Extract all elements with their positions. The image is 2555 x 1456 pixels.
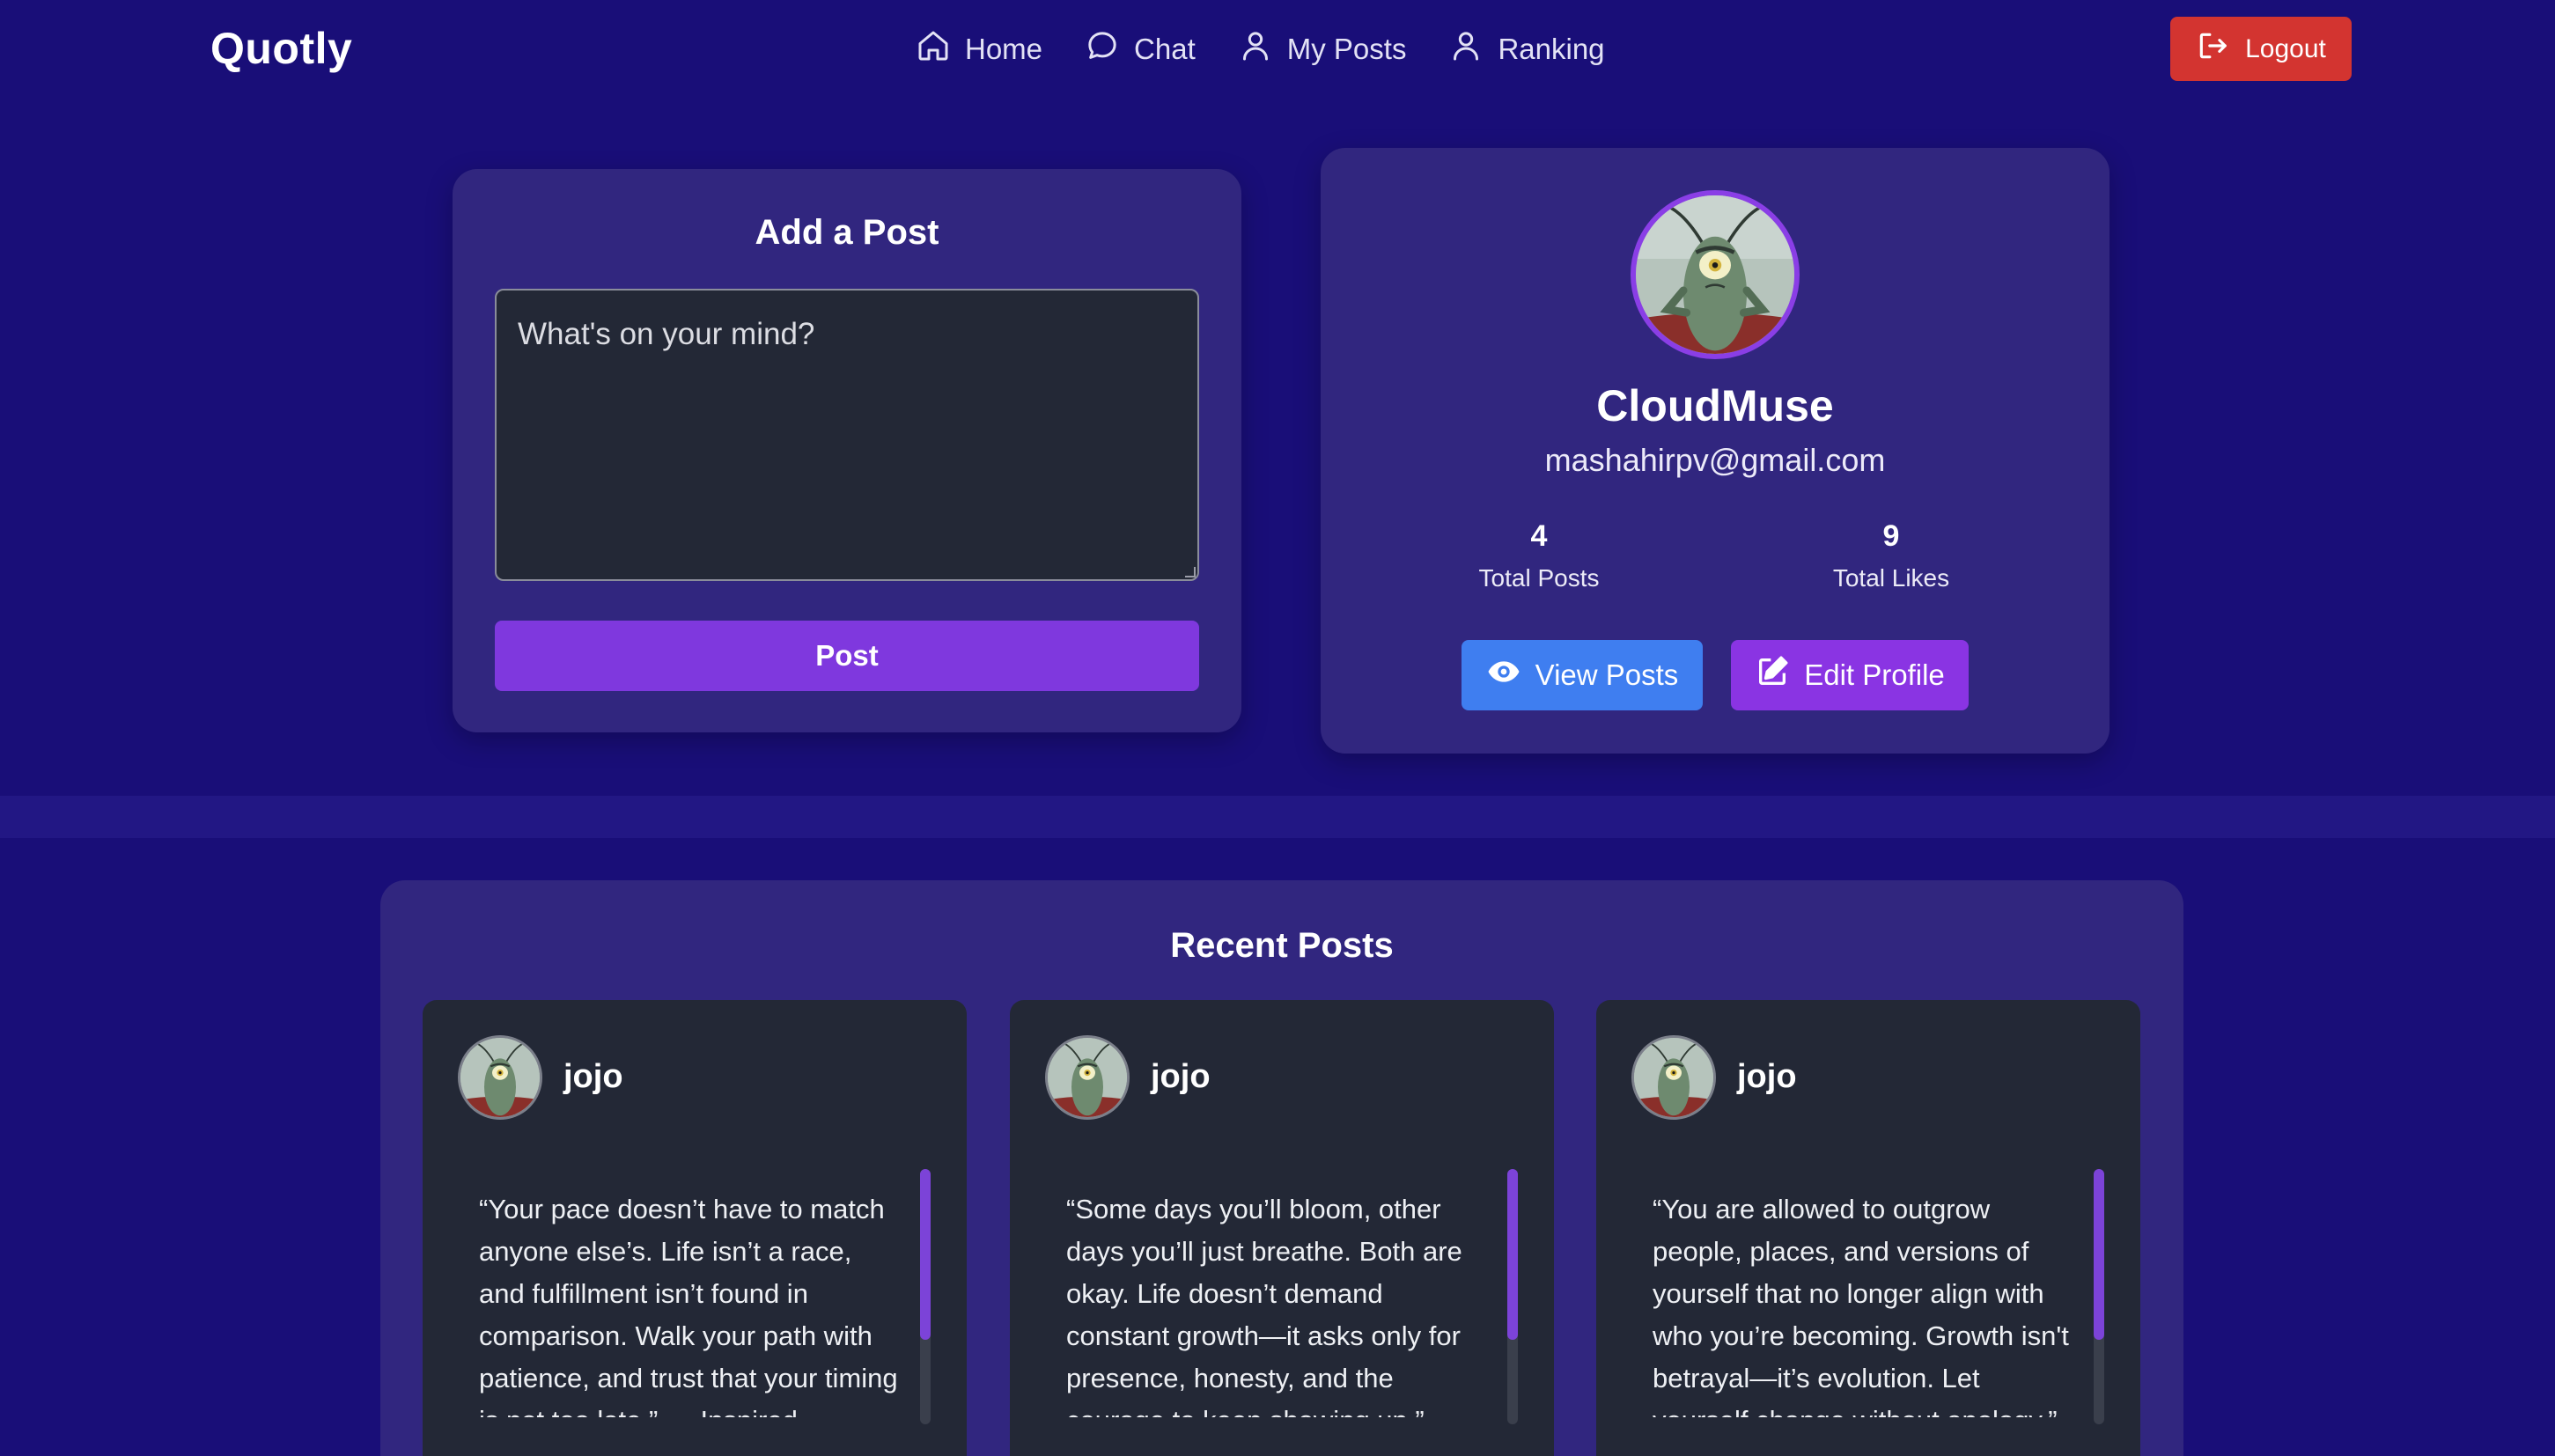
post-card: jojo “Your pace doesn’t have to match an… <box>423 1000 967 1456</box>
post-textarea[interactable] <box>495 289 1199 581</box>
add-post-card: Add a Post Post <box>453 169 1241 732</box>
author-avatar[interactable] <box>458 1035 542 1120</box>
post-author[interactable]: jojo <box>1151 1058 1211 1096</box>
stat-total-posts: 4 Total Posts <box>1425 519 1653 592</box>
stat-label: Total Posts <box>1478 564 1600 592</box>
eye-icon <box>1486 654 1521 696</box>
post-body: “You are allowed to outgrow people, plac… <box>1653 1188 2075 1417</box>
nav-item-label: Home <box>965 33 1043 65</box>
view-posts-label: View Posts <box>1535 658 1679 691</box>
resize-handle[interactable] <box>1185 567 1196 577</box>
section-divider <box>0 796 2555 838</box>
post-author[interactable]: jojo <box>1737 1058 1797 1096</box>
logout-button[interactable]: Logout <box>2170 17 2352 81</box>
nav-item-ranking[interactable]: Ranking <box>1448 28 1605 70</box>
author-avatar[interactable] <box>1631 1035 1716 1120</box>
profile-card: CloudMuse mashahirpv@gmail.com 4 Total P… <box>1321 148 2110 754</box>
navbar: Quotly Home Chat My Posts Ranking Logout <box>0 0 2555 99</box>
profile-username: CloudMuse <box>1596 381 1834 430</box>
plankton-avatar-icon <box>1048 1038 1127 1117</box>
view-posts-button[interactable]: View Posts <box>1462 640 1703 710</box>
edit-profile-button[interactable]: Edit Profile <box>1731 640 1969 710</box>
stat-value: 4 <box>1530 519 1548 553</box>
nav-item-label: Ranking <box>1498 33 1605 65</box>
post-text: “Your pace doesn’t have to match anyone … <box>479 1194 898 1417</box>
post-body: “Your pace doesn’t have to match anyone … <box>479 1188 902 1417</box>
nav-item-label: Chat <box>1134 33 1196 65</box>
profile-avatar <box>1631 190 1800 359</box>
edit-profile-label: Edit Profile <box>1804 658 1945 691</box>
nav-item-my-posts[interactable]: My Posts <box>1238 28 1407 70</box>
post-card: jojo “Some days you’ll bloom, other days… <box>1010 1000 1554 1456</box>
add-post-title: Add a Post <box>755 213 939 252</box>
chat-icon <box>1085 28 1120 70</box>
home-icon <box>916 28 951 70</box>
plankton-avatar-icon <box>1636 195 1794 354</box>
scrollbar-thumb[interactable] <box>920 1169 931 1340</box>
profile-email: mashahirpv@gmail.com <box>1544 442 1886 478</box>
plankton-avatar-icon <box>460 1038 540 1117</box>
author-avatar[interactable] <box>1045 1035 1130 1120</box>
nav-item-label: My Posts <box>1286 33 1407 65</box>
stat-total-likes: 9 Total Likes <box>1777 519 2006 592</box>
brand-logo[interactable]: Quotly <box>210 23 352 74</box>
post-card: jojo “You are allowed to outgrow people,… <box>1596 1000 2140 1456</box>
user-icon <box>1448 28 1484 70</box>
scrollbar-thumb[interactable] <box>1507 1169 1518 1340</box>
nav-item-chat[interactable]: Chat <box>1085 28 1196 70</box>
post-scrollbar[interactable] <box>1507 1169 1518 1424</box>
post-scrollbar[interactable] <box>920 1169 931 1424</box>
logout-icon <box>2196 29 2229 70</box>
recent-posts-title: Recent Posts <box>1170 926 1394 965</box>
nav-links: Home Chat My Posts Ranking <box>916 26 1605 72</box>
stat-label: Total Likes <box>1832 564 1950 592</box>
post-body: “Some days you’ll bloom, other days you’… <box>1066 1188 1489 1417</box>
recent-posts-section: Recent Posts jojo “Your pace doesn’t hav… <box>380 880 2183 1456</box>
post-text: “You are allowed to outgrow people, plac… <box>1653 1194 2069 1417</box>
post-author[interactable]: jojo <box>563 1058 623 1096</box>
post-button[interactable]: Post <box>495 621 1199 691</box>
plankton-avatar-icon <box>1634 1038 1713 1117</box>
user-icon <box>1238 28 1273 70</box>
post-scrollbar[interactable] <box>2094 1169 2104 1424</box>
stat-value: 9 <box>1882 519 1900 553</box>
scrollbar-thumb[interactable] <box>2094 1169 2104 1340</box>
post-text: “Some days you’ll bloom, other days you’… <box>1066 1194 1462 1417</box>
logout-label: Logout <box>2245 33 2326 63</box>
nav-item-home[interactable]: Home <box>916 28 1042 70</box>
edit-icon <box>1755 654 1790 696</box>
